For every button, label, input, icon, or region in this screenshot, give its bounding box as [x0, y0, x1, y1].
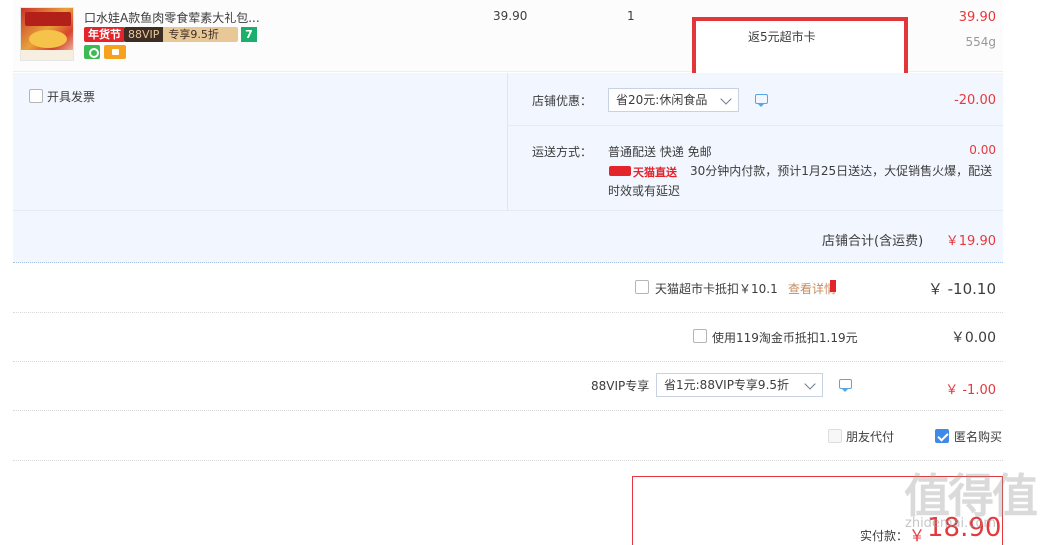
seven-day-return-icon: 7 [241, 27, 257, 42]
vip-discount-selected: 省1元:88VIP专享9.5折 [664, 378, 790, 392]
chat-icon[interactable] [755, 94, 768, 107]
tmall-direct-logo: 天猫直送 [609, 165, 679, 179]
chevron-down-icon [804, 378, 816, 390]
divider [13, 312, 1003, 313]
taobao-coins-checkbox[interactable] [693, 329, 707, 343]
invoice-checkbox[interactable] [29, 89, 43, 103]
marker-icon [830, 280, 836, 292]
divider [508, 125, 1003, 126]
tmall-bag-icon [609, 166, 631, 176]
shop-total-label: 店铺合计(含运费) [822, 234, 924, 249]
shipping-label: 运送方式： [532, 145, 593, 159]
vip-discount-value: ￥ -1.00 [945, 383, 996, 398]
unit-price: 39.90 [493, 9, 528, 23]
tmall-card-checkbox[interactable] [635, 280, 649, 294]
divider [13, 210, 1003, 211]
divider [13, 460, 1003, 461]
divider [13, 361, 1003, 362]
shop-discount-amount: -20.00 [954, 93, 996, 108]
shipping-notice: 30分钟内付款，预计1月25日送达，大促销售火爆，配送 [690, 164, 993, 178]
taobao-coins-value: ￥0.00 [950, 330, 996, 346]
shipping-notice-2: 时效或有延迟 [608, 184, 681, 198]
invoice-label: 开具发票 [47, 90, 96, 104]
shop-discount-selected: 省20元:休闲食品 [616, 93, 708, 107]
shop-total-value: ￥19.90 [945, 234, 996, 249]
vip-tag: 88VIP 专享9.5折 [124, 27, 238, 42]
divider [13, 410, 1003, 411]
view-details-link[interactable]: 查看详情 [788, 280, 836, 297]
watermark-url: zhidemai.com [905, 516, 997, 531]
shop-discount-select[interactable]: 省20元:休闲食品 [608, 88, 739, 112]
anonymous-checkbox[interactable] [935, 429, 949, 443]
quantity: 1 [627, 9, 635, 23]
product-title[interactable]: 口水娃A款鱼肉零食荤素大礼包... [84, 9, 274, 26]
divider [507, 73, 508, 210]
festival-tag: 年货节 [84, 27, 125, 42]
taobao-coins-label: 使用119淘金币抵扣1.19元 [712, 331, 858, 345]
tmall-card-label: 天猫超市卡抵扣￥10.1 [655, 282, 778, 296]
chevron-down-icon [720, 93, 732, 105]
vip-tag-discount: 专享9.5折 [163, 27, 238, 42]
anonymous-label: 匿名购买 [954, 430, 1003, 444]
vip-label: 88VIP专享 [591, 379, 650, 393]
friend-pay-label: 朋友代付 [846, 430, 895, 444]
item-weight: 554g [965, 35, 996, 49]
tmall-direct-text: 天猫直送 [633, 166, 677, 179]
shipping-fee: 0.00 [969, 143, 996, 157]
payment-label: 实付款： [860, 529, 909, 543]
chat-icon[interactable] [839, 379, 852, 392]
tmall-card-value: ￥ -10.10 [927, 280, 996, 298]
card-icon [104, 45, 126, 59]
guarantee-icon [84, 45, 100, 59]
shipping-method: 普通配送 快递 免邮 [608, 145, 712, 159]
vip-tag-brand: 88VIP [124, 27, 164, 42]
rebate-text: 返5元超市卡 [748, 30, 816, 44]
item-total-price: 39.90 [958, 10, 996, 25]
product-thumbnail[interactable] [20, 7, 74, 61]
friend-pay-checkbox[interactable] [828, 429, 842, 443]
vip-discount-select[interactable]: 省1元:88VIP专享9.5折 [656, 373, 823, 397]
shop-discount-label: 店铺优惠： [532, 94, 593, 108]
